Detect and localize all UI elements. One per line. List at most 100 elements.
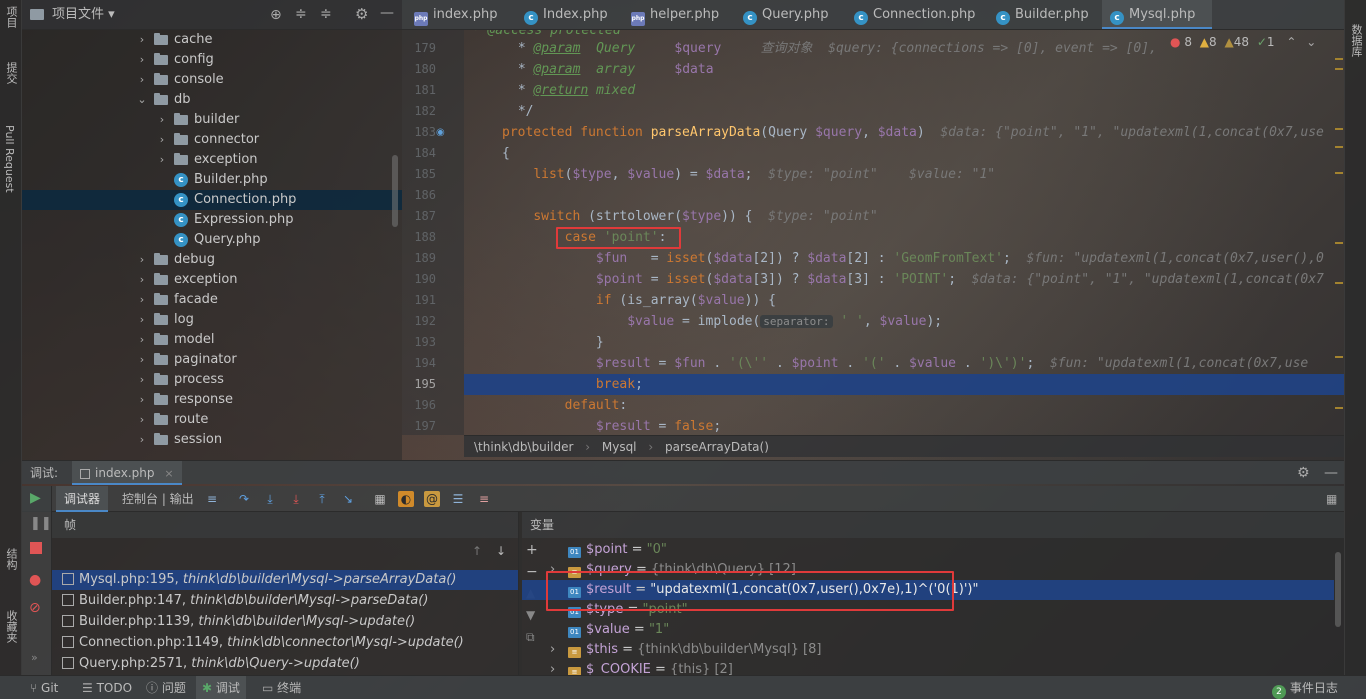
line-number[interactable]: 194 [402, 356, 436, 370]
warning-marker[interactable] [1335, 146, 1343, 148]
code-line[interactable]: if (is_array($value)) { [502, 290, 776, 311]
status-todo[interactable]: ☰ TODO [82, 676, 132, 699]
code-line[interactable]: $result = false; [502, 416, 721, 435]
variable-row[interactable]: 01 $value = "1" [522, 620, 1334, 640]
warning-marker[interactable] [1335, 407, 1343, 409]
chevron-up-icon[interactable]: ⌃ [1286, 35, 1296, 49]
menu-icon[interactable]: ≡ [204, 491, 220, 507]
line-number[interactable]: 185 [402, 167, 436, 181]
tree-folder[interactable]: › facade [22, 290, 402, 310]
editor-tab[interactable]: c Index.php [516, 0, 620, 29]
line-number[interactable]: 184 [402, 146, 436, 160]
line-number[interactable]: 183 [402, 125, 436, 139]
line-number[interactable]: 191 [402, 293, 436, 307]
editor-tab[interactable]: c Query.php [735, 0, 843, 29]
hide-icon[interactable]: — [380, 5, 394, 21]
chevron-right-icon[interactable]: › [136, 410, 148, 430]
line-number[interactable]: 192 [402, 314, 436, 328]
chevron-right-icon[interactable]: › [136, 50, 148, 70]
tool-tab-project[interactable]: 项目 [3, 6, 19, 28]
more-icon[interactable]: » [31, 651, 38, 664]
run-to-cursor-icon[interactable]: ↘ [340, 491, 356, 507]
chevron-right-icon[interactable]: › [136, 30, 148, 50]
warning-marker[interactable] [1335, 282, 1343, 284]
locate-icon[interactable]: ⊕ [270, 7, 282, 23]
code-line[interactable]: switch (strtolower($type)) { $type: "poi… [502, 206, 877, 227]
pause-icon[interactable]: ❚❚ [30, 516, 52, 531]
stack-frame[interactable]: Builder.php:147, think\db\builder\Mysql-… [52, 591, 518, 611]
evaluate-icon[interactable]: ▦ [372, 491, 388, 507]
tool-tab-structure[interactable]: 结构 [3, 548, 19, 570]
code-line[interactable]: default: [502, 395, 628, 416]
editor-tab[interactable]: c Builder.php [988, 0, 1100, 29]
gear-icon[interactable]: ⚙ [1297, 461, 1310, 485]
override-marker-icon[interactable]: ◉ [436, 127, 445, 138]
chevron-right-icon[interactable]: › [136, 270, 148, 290]
code-line[interactable]: */ [510, 101, 534, 122]
tree-folder[interactable]: › cache [22, 30, 402, 50]
code-line[interactable]: * @param Query $query 查询对象 $query: {conn… [510, 38, 1165, 59]
tree-scrollbar[interactable] [392, 155, 398, 227]
chevron-down-icon[interactable]: ⌄ [1306, 35, 1316, 49]
chevron-right-icon[interactable]: › [136, 370, 148, 390]
tree-folder[interactable]: › connector [22, 130, 402, 150]
tree-folder[interactable]: › debug [22, 250, 402, 270]
variable-row[interactable]: 01 $point = "0" [522, 540, 1334, 560]
warning-marker[interactable] [1335, 172, 1343, 174]
step-out-icon[interactable]: ⤒ [314, 491, 330, 507]
tree-folder[interactable]: › session [22, 430, 402, 450]
status-debug[interactable]: ✱ 调试 [196, 676, 246, 699]
hide-icon[interactable]: — [1324, 461, 1338, 485]
warning-marker[interactable] [1335, 242, 1343, 244]
code-line[interactable]: } [502, 332, 604, 353]
code-line[interactable]: $value = implode(separator: ' ', $value)… [502, 311, 942, 332]
line-number[interactable]: 179 [402, 41, 436, 55]
line-number[interactable]: 193 [402, 335, 436, 349]
code-line[interactable]: $result = $fun . '(\'' . $point . '(' . … [502, 353, 1308, 374]
event-log[interactable]: 2 事件日志 [1272, 676, 1338, 699]
line-number[interactable]: 196 [402, 398, 436, 412]
list-icon[interactable]: ☰ [450, 491, 466, 507]
step-over-icon[interactable]: ↷ [236, 491, 252, 507]
stack-frame[interactable]: Mysql.php:195, think\db\builder\Mysql->p… [52, 570, 518, 590]
mute-breakpoints-icon[interactable]: ⊘ [29, 600, 41, 616]
stack-frame[interactable]: Query.php:2571, think\db\Query->update() [52, 654, 518, 674]
gear-icon[interactable]: ⚙ [355, 5, 368, 23]
warning-marker[interactable] [1335, 356, 1343, 358]
chevron-right-icon[interactable]: › [156, 110, 168, 130]
line-number[interactable]: 195 [402, 377, 436, 391]
chevron-down-icon[interactable]: ⌄ [136, 90, 148, 110]
stack-frame[interactable]: Connection.php:1149, think\db\connector\… [52, 633, 518, 653]
tool-tab-pull-request[interactable]: Pull Request [3, 125, 16, 193]
code-line[interactable]: $fun = isset($data[2]) ? $data[2] : 'Geo… [502, 248, 1324, 269]
line-number[interactable]: 186 [402, 188, 436, 202]
expand-all-icon[interactable]: ≑ [320, 6, 332, 22]
chevron-right-icon[interactable]: › [156, 150, 168, 170]
code-line[interactable]: break; [502, 374, 643, 395]
tool-tab-database[interactable]: 数据库 [1348, 24, 1364, 57]
tool-tab-commit[interactable]: 提交 [3, 62, 19, 84]
close-icon[interactable]: × [164, 467, 173, 480]
variable-row[interactable]: › ≡ $this = {think\db\builder\Mysql} [8] [522, 640, 1334, 660]
tree-folder[interactable]: › model [22, 330, 402, 350]
collapse-all-icon[interactable]: ≑ [295, 6, 307, 22]
tree-folder[interactable]: › route [22, 410, 402, 430]
force-step-into-icon[interactable]: ⤓ [288, 491, 304, 507]
code-line[interactable]: * @param array $data [510, 59, 714, 80]
inspection-widget[interactable]: ● 8 ▲8 ▲48 ✓1 ⌃ ⌄ [1170, 34, 1316, 50]
tab-debugger[interactable]: 调试器 [56, 486, 109, 512]
code-line[interactable]: list($type, $value) = $data; $type: "poi… [502, 164, 995, 185]
watch-icon[interactable]: @ [424, 491, 440, 507]
tree-folder[interactable]: ⌄ db [22, 90, 402, 110]
chevron-right-icon[interactable]: › [136, 350, 148, 370]
warning-marker[interactable] [1335, 68, 1343, 70]
status-problems[interactable]: ⓘ 问题 [146, 676, 186, 699]
tree-folder[interactable]: › process [22, 370, 402, 390]
line-number[interactable]: 182 [402, 104, 436, 118]
chevron-right-icon[interactable]: › [136, 290, 148, 310]
tree-folder[interactable]: › response [22, 390, 402, 410]
line-number[interactable]: 197 [402, 419, 436, 433]
line-number[interactable]: 180 [402, 62, 436, 76]
editor-tab[interactable]: php index.php [406, 0, 514, 29]
warning-marker[interactable] [1335, 58, 1343, 60]
